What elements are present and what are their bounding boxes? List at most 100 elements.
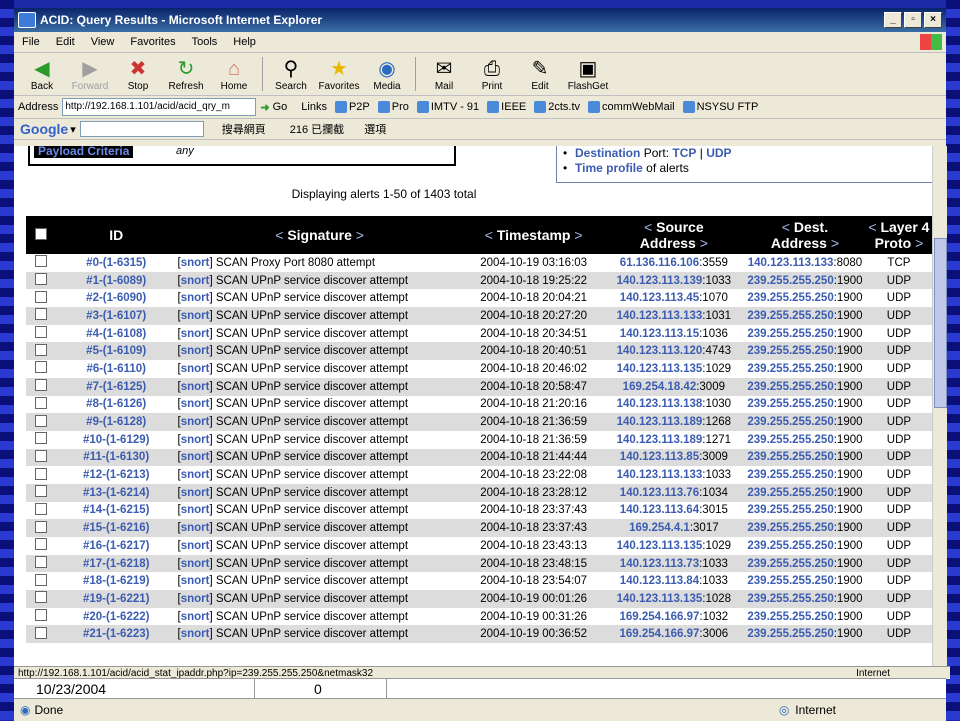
source-ip-link[interactable]: 140.123.113.64 — [620, 504, 699, 516]
row-checkbox[interactable] — [26, 430, 57, 449]
go-button[interactable]: Go — [273, 101, 288, 113]
row-checkbox[interactable] — [26, 572, 57, 591]
dest-port[interactable]: :1900 — [834, 434, 863, 446]
source-port[interactable]: :3017 — [690, 522, 719, 534]
source-port[interactable]: :1029 — [702, 363, 731, 375]
signature-text[interactable]: SCAN UPnP service discover attempt — [216, 398, 408, 410]
row-checkbox[interactable] — [26, 519, 57, 537]
source-ip-link[interactable]: 140.123.113.84 — [620, 575, 699, 587]
dest-port[interactable]: :1900 — [834, 398, 863, 410]
snort-link[interactable]: snort — [181, 328, 210, 340]
signature-text[interactable]: SCAN UPnP service discover attempt — [216, 522, 408, 534]
signature-text[interactable]: SCAN UPnP service discover attempt — [216, 292, 408, 304]
signature-text[interactable]: SCAN Proxy Port 8080 attempt — [216, 257, 375, 269]
dest-port[interactable]: :1900 — [834, 575, 863, 587]
maximize-button[interactable]: ▫ — [904, 12, 922, 28]
alert-id-link[interactable]: #16-(1-6217) — [56, 537, 176, 555]
source-port[interactable]: :1070 — [699, 292, 728, 304]
dest-ip-link[interactable]: 140.123.113.133 — [748, 257, 834, 269]
date-cell[interactable]: 10/23/2004 — [36, 681, 106, 697]
row-checkbox[interactable] — [26, 254, 57, 272]
signature-text[interactable]: SCAN UPnP service discover attempt — [216, 558, 408, 570]
link-p2p[interactable]: P2P — [334, 101, 370, 113]
alert-id-link[interactable]: #15-(1-6216) — [56, 519, 176, 537]
dest-ip-link[interactable]: 239.255.255.250 — [747, 628, 833, 640]
search-web-button[interactable]: 搜尋網頁 — [222, 121, 266, 137]
row-checkbox[interactable] — [26, 554, 57, 573]
source-ip-link[interactable]: 140.123.113.73 — [620, 558, 699, 570]
snort-link[interactable]: snort — [181, 363, 210, 375]
options-button[interactable]: 選項 — [364, 121, 386, 137]
dest-port[interactable]: :1900 — [834, 522, 863, 534]
go-arrow-icon[interactable]: ➜ — [260, 101, 269, 114]
dest-ip-link[interactable]: 239.255.255.250 — [747, 363, 833, 375]
alert-id-link[interactable]: #7-(1-6125) — [56, 377, 176, 396]
link-commwebmail[interactable]: commWebMail — [588, 101, 675, 113]
snort-link[interactable]: snort — [181, 434, 210, 446]
source-port[interactable]: :1033 — [699, 575, 728, 587]
source-port[interactable]: :1028 — [702, 593, 731, 605]
row-checkbox[interactable] — [26, 607, 57, 626]
source-address-header[interactable]: < Source Address > — [603, 216, 745, 254]
dest-ip-link[interactable]: 239.255.255.250 — [747, 558, 833, 570]
alert-id-link[interactable]: #14-(1-6215) — [56, 501, 176, 520]
select-all-checkbox[interactable] — [26, 216, 57, 254]
signature-text[interactable]: SCAN UPnP service discover attempt — [216, 275, 408, 287]
source-port[interactable]: :1031 — [702, 310, 731, 322]
row-checkbox[interactable] — [26, 271, 57, 290]
signature-text[interactable]: SCAN UPnP service discover attempt — [216, 328, 408, 340]
dest-ip-link[interactable]: 239.255.255.250 — [747, 328, 833, 340]
signature-text[interactable]: SCAN UPnP service discover attempt — [216, 363, 408, 375]
dest-port[interactable]: :1900 — [834, 345, 863, 357]
dest-port[interactable]: :1900 — [834, 593, 863, 605]
signature-text[interactable]: SCAN UPnP service discover attempt — [216, 451, 408, 463]
row-checkbox[interactable] — [26, 590, 57, 608]
alert-id-link[interactable]: #8-(1-6126) — [56, 395, 176, 414]
alert-id-link[interactable]: #17-(1-6218) — [56, 554, 176, 573]
source-port[interactable]: :3559 — [699, 257, 728, 269]
snort-link[interactable]: snort — [181, 398, 210, 410]
alert-id-link[interactable]: #5-(1-6109) — [56, 342, 176, 361]
number-cell[interactable]: 0 — [314, 681, 322, 697]
source-ip-link[interactable]: 61.136.116.106 — [620, 257, 699, 269]
link-ieee[interactable]: IEEE — [487, 101, 526, 113]
alert-id-link[interactable]: #10-(1-6129) — [56, 430, 176, 449]
snort-link[interactable]: snort — [181, 540, 210, 552]
source-port[interactable]: :3015 — [699, 504, 728, 516]
row-checkbox[interactable] — [26, 448, 57, 467]
source-ip-link[interactable]: 140.123.113.189 — [617, 416, 703, 428]
layer4-proto-header[interactable]: < Layer 4 Proto > — [865, 216, 932, 254]
snort-link[interactable]: snort — [181, 611, 210, 623]
signature-text[interactable]: SCAN UPnP service discover attempt — [216, 504, 408, 516]
link-pro[interactable]: Pro — [377, 101, 409, 113]
dest-port[interactable]: :1900 — [834, 451, 863, 463]
dest-port[interactable]: :1900 — [834, 275, 863, 287]
alert-id-link[interactable]: #11-(1-6130) — [56, 448, 176, 467]
dest-ip-link[interactable]: 239.255.255.250 — [747, 416, 833, 428]
row-checkbox[interactable] — [26, 289, 57, 308]
source-ip-link[interactable]: 140.123.113.135 — [617, 540, 703, 552]
source-port[interactable]: :3006 — [699, 628, 728, 640]
row-checkbox[interactable] — [26, 501, 57, 520]
dest-port[interactable]: :1900 — [834, 363, 863, 375]
home-button[interactable]: ⌂ Home — [210, 57, 258, 95]
menu-favorites[interactable]: Favorites — [122, 36, 183, 48]
dest-port[interactable]: :8080 — [833, 257, 862, 269]
source-port[interactable]: :1034 — [699, 487, 728, 499]
link-nsysu-ftp[interactable]: NSYSU FTP — [682, 101, 758, 113]
alert-id-link[interactable]: #2-(1-6090) — [56, 289, 176, 308]
dest-ip-link[interactable]: 239.255.255.250 — [747, 381, 833, 393]
row-checkbox[interactable] — [26, 342, 57, 361]
dest-port[interactable]: :1900 — [834, 328, 863, 340]
minimize-button[interactable]: _ — [884, 12, 902, 28]
signature-text[interactable]: SCAN UPnP service discover attempt — [216, 487, 408, 499]
dest-ip-link[interactable]: 239.255.255.250 — [747, 345, 833, 357]
row-checkbox[interactable] — [26, 466, 57, 484]
stop-button[interactable]: ✖ Stop — [114, 57, 162, 95]
source-port[interactable]: :1033 — [702, 469, 731, 481]
source-ip-link[interactable]: 140.123.113.120 — [617, 345, 703, 357]
source-ip-link[interactable]: 169.254.18.42 — [623, 381, 697, 393]
source-ip-link[interactable]: 169.254.4.1 — [629, 522, 690, 534]
alert-id-link[interactable]: #19-(1-6221) — [56, 590, 176, 608]
source-ip-link[interactable]: 169.254.166.97 — [619, 611, 699, 623]
